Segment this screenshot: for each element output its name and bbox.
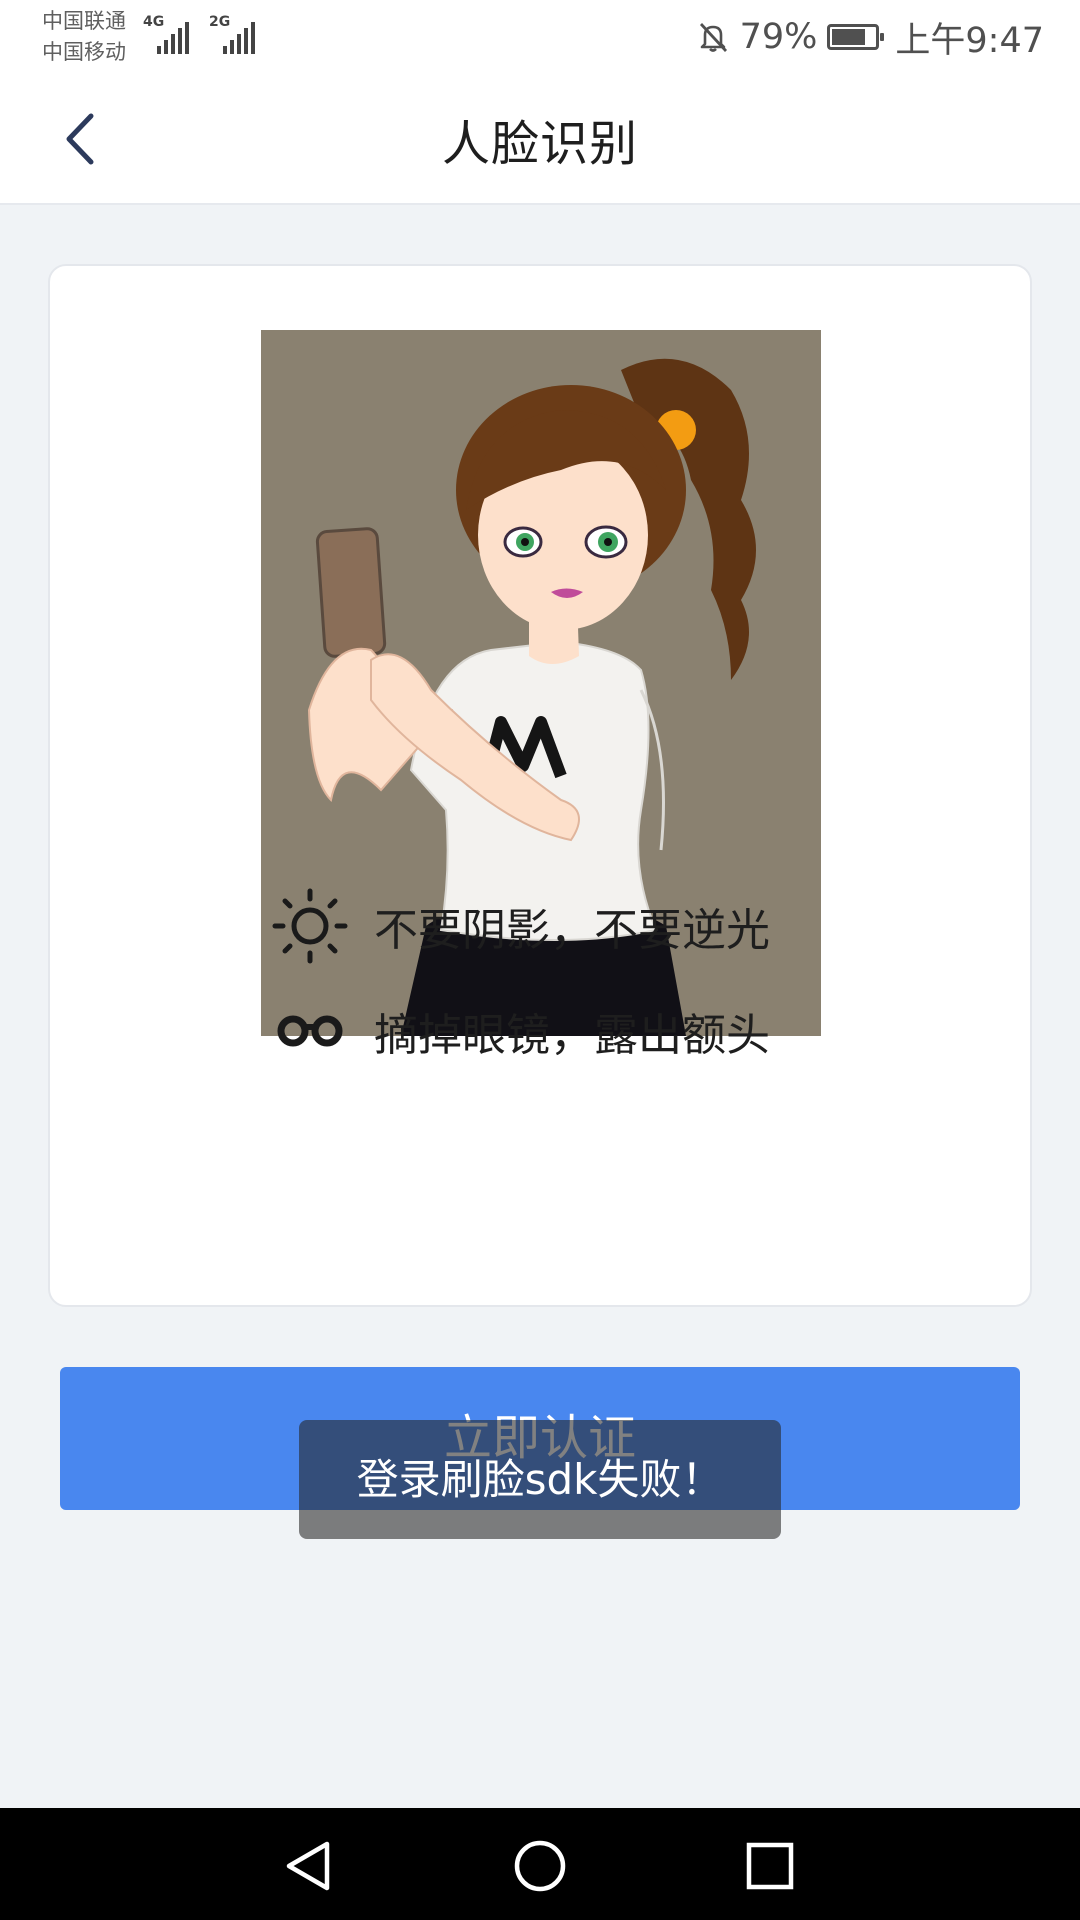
instruction-card: 不要阴影，不要逆光 摘掉眼镜，露出额头 <box>48 264 1032 1307</box>
sun-icon <box>270 886 350 966</box>
tip-item-glasses: 摘掉眼镜，露出额头 <box>270 991 770 1071</box>
status-right-group: 79% 上午9:47 <box>696 12 1044 62</box>
error-toast: 登录刷脸sdk失败！ <box>299 1420 781 1539</box>
recents-square-icon <box>746 1842 794 1890</box>
carrier-2-label: 中国移动 <box>42 40 126 64</box>
signal-icon: 2G <box>209 14 267 54</box>
carrier-names: 中国联通 中国移动 <box>42 6 126 68</box>
signal-icon: 4G <box>143 14 201 54</box>
title-bar: 人脸识别 <box>0 76 1080 205</box>
tip-text-lighting: 不要阴影，不要逆光 <box>374 905 770 956</box>
tip-item-lighting: 不要阴影，不要逆光 <box>270 886 770 966</box>
tip-text-glasses: 摘掉眼镜，露出额头 <box>374 1010 770 1061</box>
battery-icon <box>827 24 885 50</box>
home-circle-icon <box>514 1840 566 1892</box>
nav-home-button[interactable] <box>510 1836 570 1896</box>
bell-off-icon <box>699 23 727 52</box>
nav-back-button[interactable] <box>278 1836 338 1896</box>
battery-percent: 79% <box>739 17 818 57</box>
glasses-icon <box>270 991 350 1071</box>
status-bar: 中国联通 中国移动 4G 2G 79% 上午9:47 <box>0 0 1080 76</box>
nav-recents-button[interactable] <box>740 1836 800 1896</box>
system-nav-bar <box>0 1808 1080 1920</box>
back-triangle-icon <box>286 1841 330 1891</box>
screen: 中国联通 中国移动 4G 2G 79% 上午9:47 人脸识别 不要阴影，不要逆… <box>0 0 1080 1920</box>
carrier-1-label: 中国联通 <box>42 9 126 33</box>
page-title: 人脸识别 <box>441 116 638 172</box>
status-time: 上午9:47 <box>895 20 1044 61</box>
battery-level <box>832 29 866 45</box>
